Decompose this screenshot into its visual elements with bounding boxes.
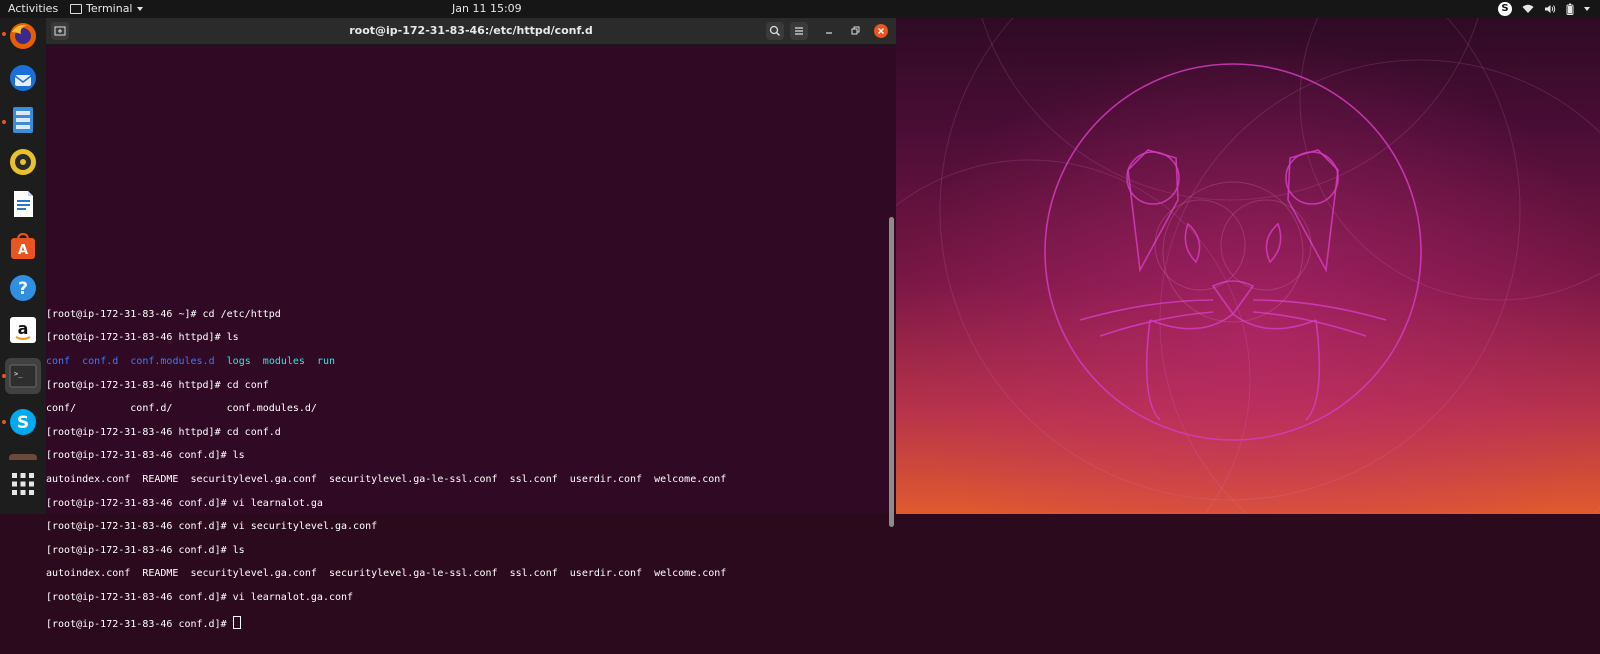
terminal-line: conf/ conf.d/ conf.modules.d/ bbox=[46, 403, 317, 415]
clock[interactable]: Jan 11 15:09 bbox=[452, 0, 522, 18]
terminal-icon: >_ bbox=[9, 364, 37, 388]
dock-item-thunderbird[interactable] bbox=[5, 60, 41, 96]
restore-button[interactable] bbox=[846, 22, 864, 40]
help-icon: ? bbox=[10, 275, 36, 301]
ls-entry-dir: conf.modules.d bbox=[130, 355, 215, 367]
svg-text:a: a bbox=[18, 319, 29, 338]
thunderbird-icon bbox=[10, 65, 36, 91]
show-applications-icon bbox=[12, 473, 34, 495]
running-indicator bbox=[2, 374, 6, 378]
dock-item-partial[interactable] bbox=[5, 450, 41, 460]
rhythmbox-icon bbox=[10, 149, 36, 175]
terminal-line: [root@ip-172-31-83-46 httpd]# cd conf bbox=[46, 379, 269, 391]
terminal-app-icon bbox=[70, 4, 82, 14]
ls-entry-link: modules bbox=[262, 355, 305, 367]
minimize-icon bbox=[826, 32, 832, 34]
firefox-icon bbox=[10, 23, 36, 49]
ls-entry-dir: conf.d bbox=[82, 355, 119, 367]
terminal-line: [root@ip-172-31-83-46 conf.d]# ls bbox=[46, 544, 245, 556]
dock: A ? a >_ S bbox=[0, 18, 46, 514]
hamburger-menu-icon bbox=[795, 27, 803, 35]
terminal-line: [root@ip-172-31-83-46 httpd]# cd conf.d bbox=[46, 426, 281, 438]
battery-icon bbox=[1566, 3, 1574, 15]
dock-item-skype[interactable]: S bbox=[5, 404, 41, 440]
new-tab-button[interactable] bbox=[51, 22, 69, 40]
show-applications-button[interactable] bbox=[5, 466, 41, 502]
wifi-icon bbox=[1522, 4, 1534, 13]
terminal-output[interactable]: [root@ip-172-31-83-46 ~]# cd /etc/httpd … bbox=[46, 45, 894, 630]
terminal-line: [root@ip-172-31-83-46 conf.d]# vi learna… bbox=[46, 497, 323, 509]
minimize-button[interactable] bbox=[820, 22, 838, 40]
running-indicator bbox=[2, 120, 6, 124]
new-tab-icon bbox=[54, 26, 66, 36]
skype-icon: S bbox=[10, 409, 36, 435]
app-menu-label: Terminal bbox=[86, 2, 133, 15]
system-tray[interactable]: S bbox=[1498, 0, 1590, 18]
dock-item-help[interactable]: ? bbox=[5, 270, 41, 306]
terminal-line: [root@ip-172-31-83-46 conf.d]# vi learna… bbox=[46, 591, 354, 603]
dock-item-ubuntu-software[interactable]: A bbox=[5, 228, 41, 264]
ls-entry-link: run bbox=[317, 355, 336, 367]
terminal-line: [root@ip-172-31-83-46 conf.d]# vi securi… bbox=[46, 521, 378, 533]
svg-text:S: S bbox=[17, 413, 29, 433]
window-titlebar[interactable]: root@ip-172-31-83-46:/etc/httpd/conf.d bbox=[46, 18, 896, 45]
restore-icon bbox=[851, 26, 860, 35]
ls-entry-link: logs bbox=[226, 355, 251, 367]
terminal-window[interactable]: root@ip-172-31-83-46:/etc/httpd/conf.d [… bbox=[46, 18, 896, 630]
svg-text:A: A bbox=[18, 243, 28, 258]
terminal-scrollbar[interactable] bbox=[889, 217, 894, 527]
volume-icon bbox=[1545, 5, 1556, 13]
prompt-line[interactable]: [root@ip-172-31-83-46 conf.d]# bbox=[46, 615, 726, 631]
ls-entry-dir: conf bbox=[46, 355, 71, 367]
partial-app-icon bbox=[9, 454, 37, 460]
menu-button[interactable] bbox=[790, 22, 808, 40]
terminal-line: autoindex.conf README securitylevel.ga.c… bbox=[46, 473, 727, 485]
close-button[interactable] bbox=[874, 24, 888, 38]
dock-item-firefox[interactable] bbox=[5, 18, 41, 54]
terminal-line: [root@ip-172-31-83-46 httpd]# ls bbox=[46, 332, 239, 344]
libreoffice-writer-icon bbox=[14, 191, 33, 217]
terminal-cursor bbox=[232, 615, 241, 629]
skype-tray-icon[interactable]: S bbox=[1498, 2, 1512, 16]
dock-item-terminal[interactable]: >_ bbox=[5, 358, 41, 394]
dock-item-amazon[interactable]: a bbox=[5, 312, 41, 348]
system-menu-chevron-icon[interactable] bbox=[1584, 7, 1590, 11]
activities-button[interactable]: Activities bbox=[8, 0, 58, 18]
close-icon bbox=[878, 28, 884, 34]
prompt-text: [root@ip-172-31-83-46 conf.d]# bbox=[46, 618, 233, 630]
terminal-line: [root@ip-172-31-83-46 ~]# cd /etc/httpd bbox=[46, 308, 281, 320]
running-indicator bbox=[2, 420, 6, 424]
ls-output-line: conf conf.d conf.modules.d logs modules … bbox=[46, 356, 726, 368]
files-icon bbox=[13, 107, 33, 133]
svg-text:>_: >_ bbox=[14, 370, 23, 378]
dock-item-files[interactable] bbox=[5, 102, 41, 138]
amazon-icon: a bbox=[10, 317, 36, 343]
search-icon bbox=[769, 25, 781, 37]
top-bar: Activities Terminal Jan 11 15:09 S bbox=[0, 0, 1600, 18]
app-menu[interactable]: Terminal bbox=[70, 0, 143, 18]
dock-item-writer[interactable] bbox=[5, 186, 41, 222]
running-indicator bbox=[2, 32, 6, 36]
terminal-line: autoindex.conf README securitylevel.ga.c… bbox=[46, 568, 727, 580]
search-button[interactable] bbox=[766, 22, 784, 40]
terminal-line: [root@ip-172-31-83-46 conf.d]# ls bbox=[46, 450, 245, 462]
dock-item-rhythmbox[interactable] bbox=[5, 144, 41, 180]
svg-text:?: ? bbox=[18, 279, 28, 299]
ubuntu-software-icon: A bbox=[11, 232, 35, 259]
chevron-down-icon bbox=[136, 7, 143, 11]
